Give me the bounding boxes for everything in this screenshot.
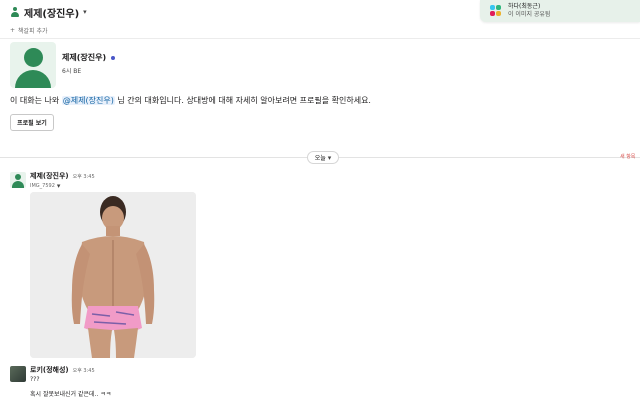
profile-avatar[interactable]	[10, 42, 56, 88]
photo-illustration	[30, 192, 196, 358]
message-timestamp[interactable]: 오후 3:45	[73, 173, 95, 180]
channel-title-button[interactable]: 제제(장진우) ▾	[10, 5, 87, 20]
message-text: 혹시 잘못보내신거 같은데.. ㅋㅋ	[30, 391, 112, 398]
file-name-text: IMG_7592	[30, 183, 55, 189]
message-timestamp[interactable]: 오후 3:45	[73, 367, 95, 374]
message-header: 로키(정해성) 오후 3:45	[30, 365, 95, 375]
date-jump-button[interactable]: 오늘 ▾	[307, 151, 339, 164]
add-bookmark-button[interactable]: + 책갈피 추가	[10, 26, 48, 35]
profile-name-text: 제제(장진우)	[62, 53, 107, 62]
notification-toast[interactable]: 하다(최동근) 이 이미지 공유됨	[480, 0, 640, 22]
toast-sender: 하다(최동근)	[508, 3, 541, 10]
message-author[interactable]: 제제(장진우)	[30, 171, 69, 181]
date-label: 오늘	[314, 155, 326, 162]
message-avatar[interactable]	[10, 172, 26, 188]
add-bookmark-label: 책갈피 추가	[18, 28, 48, 35]
file-name[interactable]: IMG_7592 ▾	[30, 182, 60, 190]
presence-indicator	[111, 55, 116, 60]
chevron-down-icon: ▾	[83, 8, 87, 16]
person-icon	[10, 7, 20, 17]
toast-message: 이 이미지 공유됨	[508, 11, 551, 18]
intro-text-start: 이 대화는 나와	[10, 96, 62, 105]
profile-local-time: 6시 BE	[62, 68, 82, 75]
message-text: ???	[30, 376, 40, 383]
channel-title: 제제(장진우)	[24, 8, 80, 20]
intro-text-end: 님 간의 대화입니다. 상대방에 대해 자세히 알아보려면 프로필을 확인하세요…	[114, 96, 371, 105]
user-mention[interactable]: @제제(장진우)	[61, 96, 115, 105]
chevron-down-icon: ▾	[56, 182, 61, 190]
plus-icon: +	[10, 27, 16, 34]
slack-icon	[490, 5, 502, 17]
shared-image[interactable]	[30, 192, 196, 358]
profile-name[interactable]: 제제(장진우)	[62, 52, 116, 63]
conversation-intro: 이 대화는 나와 @제제(장진우) 님 간의 대화입니다. 상대방에 대해 자세…	[10, 95, 371, 106]
header-divider	[0, 38, 640, 39]
message-avatar[interactable]	[10, 366, 26, 382]
message-author[interactable]: 로키(정해성)	[30, 365, 69, 375]
chevron-down-icon: ▾	[327, 153, 332, 162]
new-messages-label: 새 항목	[620, 154, 636, 160]
view-profile-button[interactable]: 프로필 보기	[10, 114, 54, 131]
message-header: 제제(장진우) 오후 3:45	[30, 171, 95, 181]
